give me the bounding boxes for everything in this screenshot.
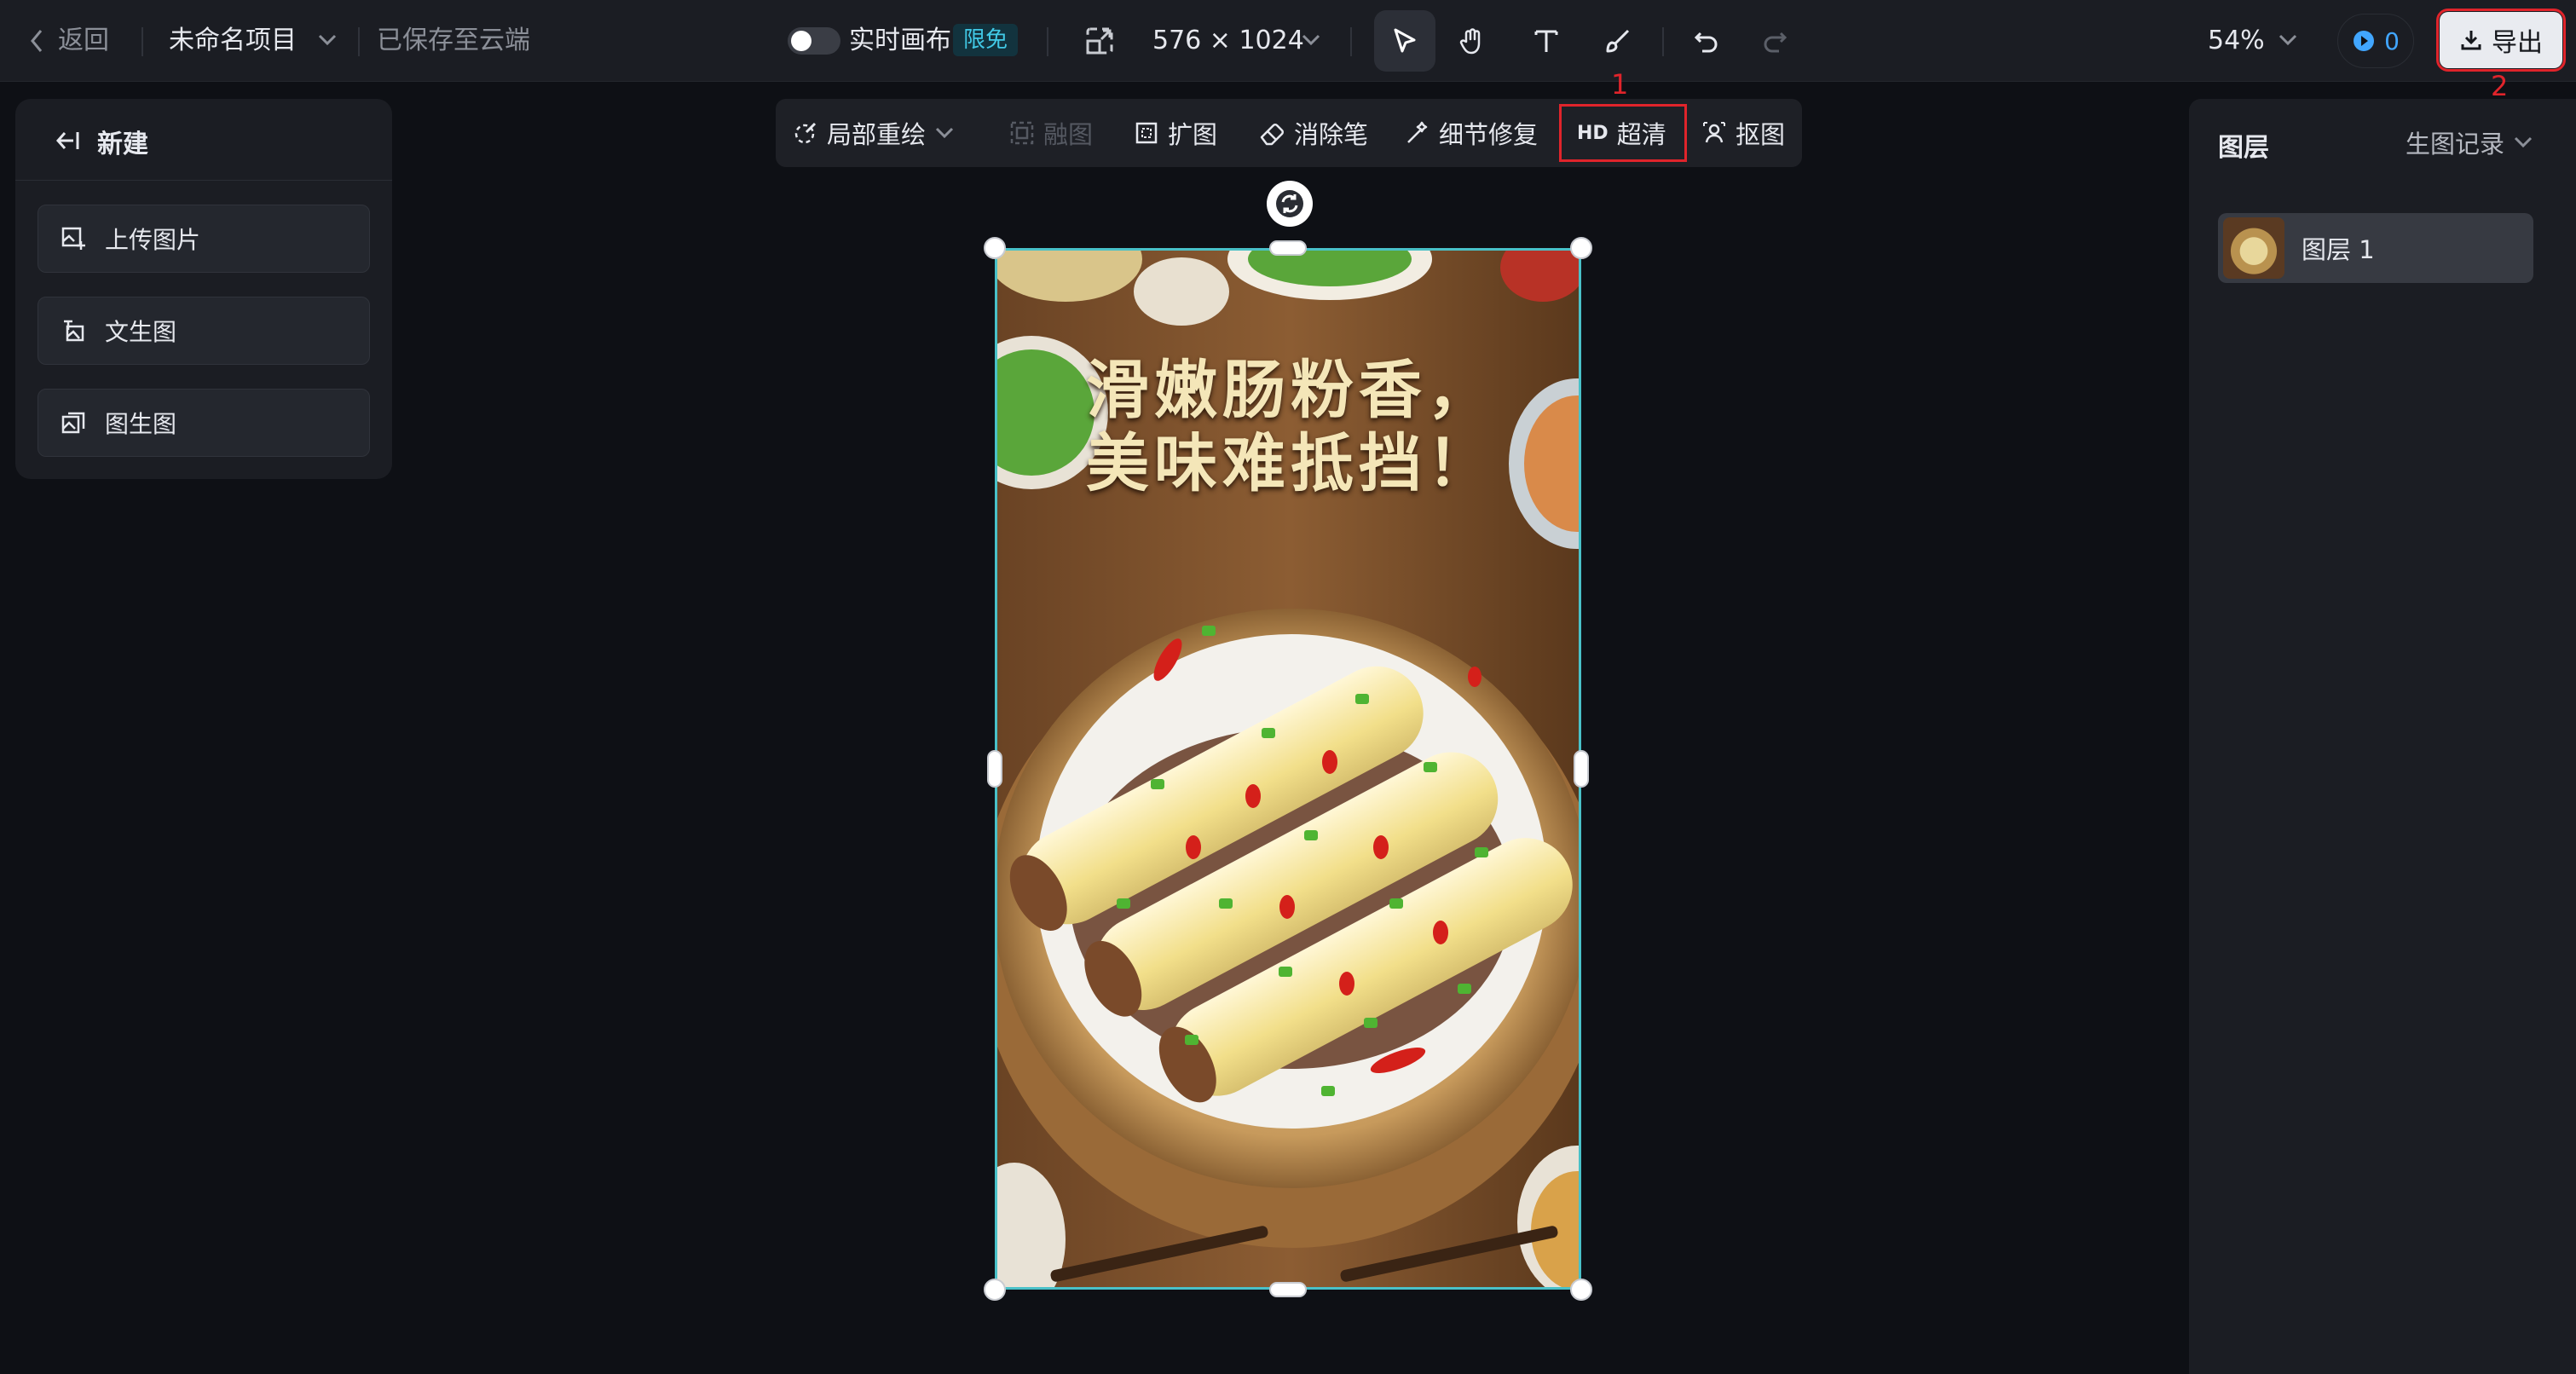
layers-panel: 图层 生图记录 图层 1 bbox=[2189, 99, 2576, 1374]
collapse-left-icon[interactable] bbox=[55, 130, 80, 152]
chevron-down-icon bbox=[2513, 135, 2533, 150]
zoom-level[interactable]: 54% bbox=[2208, 0, 2265, 82]
expand-button[interactable]: 扩图 bbox=[1134, 99, 1217, 167]
eraser-button[interactable]: 消除笔 bbox=[1258, 99, 1368, 167]
export-label: 导出 bbox=[2492, 28, 2543, 58]
top-bar: 返回 未命名项目 已保存至云端 实时画布 限免 576 × 1024 54% 0 bbox=[0, 0, 2576, 82]
hand-tool-button[interactable] bbox=[1442, 10, 1504, 72]
brush-icon bbox=[1603, 26, 1632, 55]
save-status: 已保存至云端 bbox=[377, 26, 530, 55]
annotation-marker-1: 1 bbox=[1611, 68, 1629, 101]
chevron-left-icon[interactable] bbox=[29, 27, 44, 55]
chevron-down-icon[interactable] bbox=[934, 125, 955, 141]
blend-label: 融图 bbox=[1043, 120, 1094, 149]
blend-button[interactable]: 融图 bbox=[1009, 99, 1093, 167]
project-name[interactable]: 未命名项目 bbox=[169, 0, 297, 82]
history-label: 生图记录 bbox=[2406, 130, 2505, 159]
image-to-image-icon bbox=[61, 410, 86, 436]
realtime-canvas-toggle[interactable] bbox=[788, 27, 840, 55]
image-to-image-label: 图生图 bbox=[105, 410, 177, 438]
upload-image-icon bbox=[61, 226, 86, 251]
text-to-image-button[interactable]: 文生图 bbox=[38, 297, 370, 365]
poster-title-line2: 美味难抵挡！ bbox=[1086, 427, 1495, 500]
rotate-icon bbox=[1274, 188, 1305, 219]
new-header[interactable]: 新建 bbox=[15, 99, 392, 181]
cutout-icon bbox=[1701, 120, 1727, 146]
layer-item[interactable]: 图层 1 bbox=[2218, 213, 2533, 283]
text-to-image-icon bbox=[61, 318, 86, 344]
resize-handle-bottom-left[interactable] bbox=[984, 1279, 1006, 1301]
pointer-icon bbox=[1390, 26, 1419, 55]
hd-annotation-box bbox=[1559, 104, 1687, 162]
brush-tool-button[interactable] bbox=[1587, 10, 1649, 72]
rotate-handle[interactable] bbox=[1267, 181, 1313, 227]
cutout-label: 抠图 bbox=[1736, 120, 1786, 149]
redo-icon bbox=[1760, 26, 1789, 55]
annotation-marker-2: 2 bbox=[2491, 70, 2509, 102]
credits-count: 0 bbox=[2384, 26, 2400, 55]
resize-handle-bottom[interactable] bbox=[1269, 1282, 1307, 1297]
upload-image-label: 上传图片 bbox=[105, 226, 201, 254]
divider bbox=[358, 27, 360, 56]
new-label: 新建 bbox=[97, 130, 148, 159]
back-button[interactable]: 返回 bbox=[58, 0, 109, 82]
upload-image-button[interactable]: 上传图片 bbox=[38, 205, 370, 273]
eraser-icon bbox=[1258, 120, 1285, 146]
divider bbox=[1662, 27, 1664, 56]
divider bbox=[142, 27, 143, 56]
chevron-down-icon[interactable] bbox=[317, 32, 338, 48]
undo-button[interactable] bbox=[1676, 10, 1737, 72]
resize-handle-top[interactable] bbox=[1269, 240, 1307, 256]
text-to-image-label: 文生图 bbox=[105, 318, 177, 346]
detail-fix-label: 细节修复 bbox=[1439, 120, 1539, 149]
magic-wand-icon bbox=[1405, 120, 1430, 146]
toggle-knob bbox=[791, 31, 811, 51]
layer-name: 图层 1 bbox=[2302, 235, 2375, 264]
credits-button[interactable]: 0 bbox=[2337, 14, 2414, 68]
undo-icon bbox=[1692, 26, 1721, 55]
hand-icon bbox=[1458, 26, 1487, 55]
limited-free-badge: 限免 bbox=[953, 24, 1019, 56]
chevron-down-icon[interactable] bbox=[1301, 32, 1321, 48]
download-icon bbox=[2459, 28, 2483, 52]
history-dropdown[interactable]: 生图记录 bbox=[2406, 124, 2533, 160]
image-to-image-button[interactable]: 图生图 bbox=[38, 389, 370, 457]
redo-button[interactable] bbox=[1744, 10, 1805, 72]
export-button[interactable]: 导出 bbox=[2436, 9, 2566, 72]
canvas-image[interactable]: 滑嫩肠粉香， 美味难抵挡！ bbox=[995, 248, 1581, 1290]
expand-icon bbox=[1134, 120, 1159, 146]
inpaint-label: 局部重绘 bbox=[827, 120, 927, 149]
divider bbox=[1047, 27, 1048, 56]
select-tool-button[interactable] bbox=[1374, 10, 1435, 72]
expand-label: 扩图 bbox=[1168, 120, 1218, 149]
blend-icon bbox=[1009, 120, 1035, 146]
layer-thumbnail bbox=[2223, 217, 2284, 279]
resize-handle-left[interactable] bbox=[987, 750, 1002, 788]
inpaint-icon bbox=[793, 120, 818, 146]
canvas-size[interactable]: 576 × 1024 bbox=[1152, 0, 1304, 82]
resize-handle-right[interactable] bbox=[1574, 750, 1589, 788]
resize-handle-top-left[interactable] bbox=[984, 237, 1006, 259]
text-icon bbox=[1532, 26, 1561, 55]
resize-icon[interactable] bbox=[1084, 26, 1115, 56]
layers-title: 图层 bbox=[2218, 133, 2269, 163]
resize-handle-top-right[interactable] bbox=[1570, 237, 1592, 259]
detail-fix-button[interactable]: 细节修复 bbox=[1405, 99, 1538, 167]
eraser-label: 消除笔 bbox=[1294, 120, 1369, 149]
chevron-down-icon[interactable] bbox=[2278, 32, 2298, 48]
inpaint-button[interactable]: 局部重绘 bbox=[793, 99, 955, 167]
realtime-canvas-label: 实时画布 bbox=[849, 26, 951, 55]
create-panel: 新建 上传图片 文生图 图生图 bbox=[15, 99, 392, 479]
resize-handle-bottom-right[interactable] bbox=[1570, 1279, 1592, 1301]
cutout-button[interactable]: 抠图 bbox=[1701, 99, 1785, 167]
text-tool-button[interactable] bbox=[1516, 10, 1577, 72]
credit-icon bbox=[2352, 29, 2376, 53]
divider bbox=[1350, 27, 1352, 56]
